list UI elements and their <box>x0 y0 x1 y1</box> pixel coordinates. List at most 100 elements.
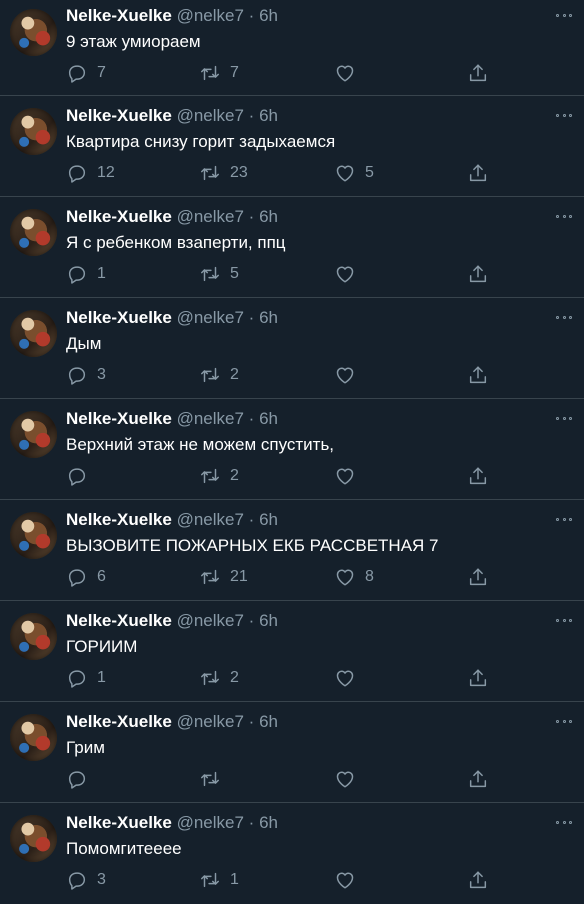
tweet-text: Грим <box>66 738 105 757</box>
share-button[interactable] <box>467 566 489 588</box>
tweet[interactable]: Nelke-Xuelke @nelke7 · 6h Верхний этаж н… <box>0 399 584 500</box>
avatar[interactable] <box>10 310 57 357</box>
timestamp[interactable]: 6h <box>259 409 278 428</box>
retweet-button[interactable]: 7 <box>199 62 239 84</box>
share-button[interactable] <box>467 869 489 891</box>
display-name[interactable]: Nelke-Xuelke <box>66 207 172 226</box>
reply-button[interactable] <box>66 768 97 790</box>
display-name[interactable]: Nelke-Xuelke <box>66 106 172 125</box>
reply-button[interactable]: 1 <box>66 667 106 689</box>
share-button[interactable] <box>467 465 489 487</box>
display-name[interactable]: Nelke-Xuelke <box>66 409 172 428</box>
retweet-button[interactable]: 2 <box>199 465 239 487</box>
timestamp[interactable]: 6h <box>259 6 278 25</box>
avatar[interactable] <box>10 9 57 56</box>
reply-button[interactable]: 1 <box>66 263 106 285</box>
avatar[interactable] <box>10 714 57 761</box>
tweet[interactable]: Nelke-Xuelke @nelke7 · 6h 9 этаж умиорае… <box>0 0 584 96</box>
more-options-icon[interactable] <box>556 516 572 522</box>
username[interactable]: @nelke7 <box>177 611 244 630</box>
timestamp[interactable]: 6h <box>259 207 278 226</box>
tweet-text: 9 этаж умиораем <box>66 32 201 51</box>
like-button[interactable] <box>334 667 365 689</box>
timestamp[interactable]: 6h <box>259 712 278 731</box>
like-button[interactable] <box>334 263 365 285</box>
tweet-actions: 6 21 8 <box>66 566 506 588</box>
avatar[interactable] <box>10 512 57 559</box>
like-button[interactable] <box>334 62 365 84</box>
reply-button[interactable]: 7 <box>66 62 106 84</box>
more-options-icon[interactable] <box>556 213 572 219</box>
like-icon <box>336 266 354 283</box>
tweet-header: Nelke-Xuelke @nelke7 · 6h <box>66 207 278 227</box>
tweet[interactable]: Nelke-Xuelke @nelke7 · 6h Квартира снизу… <box>0 96 584 197</box>
retweet-button[interactable]: 21 <box>199 566 248 588</box>
like-button[interactable] <box>334 364 365 386</box>
more-options-icon[interactable] <box>556 314 572 320</box>
avatar[interactable] <box>10 411 57 458</box>
like-button[interactable]: 5 <box>334 162 374 184</box>
like-button[interactable] <box>334 465 365 487</box>
timestamp[interactable]: 6h <box>259 813 278 832</box>
tweet-actions: 3 2 <box>66 364 506 386</box>
reply-button[interactable] <box>66 465 97 487</box>
timestamp[interactable]: 6h <box>259 510 278 529</box>
username[interactable]: @nelke7 <box>177 207 244 226</box>
timestamp[interactable]: 6h <box>259 106 278 125</box>
reply-button[interactable]: 12 <box>66 162 115 184</box>
more-options-icon[interactable] <box>556 415 572 421</box>
username[interactable]: @nelke7 <box>177 6 244 25</box>
retweet-button[interactable]: 2 <box>199 667 239 689</box>
more-options-icon[interactable] <box>556 12 572 18</box>
avatar[interactable] <box>10 613 57 660</box>
username[interactable]: @nelke7 <box>177 308 244 327</box>
display-name[interactable]: Nelke-Xuelke <box>66 510 172 529</box>
retweet-button[interactable] <box>199 768 230 790</box>
share-button[interactable] <box>467 768 489 790</box>
timestamp[interactable]: 6h <box>259 611 278 630</box>
tweet[interactable]: Nelke-Xuelke @nelke7 · 6h Помомгитееее 3 <box>0 803 584 904</box>
username[interactable]: @nelke7 <box>177 510 244 529</box>
share-button[interactable] <box>467 263 489 285</box>
retweet-button[interactable]: 2 <box>199 364 239 386</box>
like-button[interactable] <box>334 768 365 790</box>
tweet[interactable]: Nelke-Xuelke @nelke7 · 6h ВЫЗОВИТЕ ПОЖАР… <box>0 500 584 601</box>
share-button[interactable] <box>467 62 489 84</box>
reply-icon <box>68 468 86 486</box>
display-name[interactable]: Nelke-Xuelke <box>66 712 172 731</box>
like-button[interactable] <box>334 869 365 891</box>
display-name[interactable]: Nelke-Xuelke <box>66 6 172 25</box>
tweet[interactable]: Nelke-Xuelke @nelke7 · 6h ГОРИИМ 1 2 <box>0 601 584 702</box>
tweet[interactable]: Nelke-Xuelke @nelke7 · 6h Грим <box>0 702 584 803</box>
share-button[interactable] <box>467 364 489 386</box>
retweet-button[interactable]: 5 <box>199 263 239 285</box>
display-name[interactable]: Nelke-Xuelke <box>66 611 172 630</box>
like-button[interactable]: 8 <box>334 566 374 588</box>
share-button[interactable] <box>467 162 489 184</box>
tweet[interactable]: Nelke-Xuelke @nelke7 · 6h Я с ребенком в… <box>0 197 584 298</box>
more-options-icon[interactable] <box>556 718 572 724</box>
retweet-count: 5 <box>230 265 239 282</box>
display-name[interactable]: Nelke-Xuelke <box>66 308 172 327</box>
username[interactable]: @nelke7 <box>177 409 244 428</box>
tweet[interactable]: Nelke-Xuelke @nelke7 · 6h Дым 3 2 <box>0 298 584 399</box>
reply-button[interactable]: 3 <box>66 869 106 891</box>
display-name[interactable]: Nelke-Xuelke <box>66 813 172 832</box>
share-button[interactable] <box>467 667 489 689</box>
more-options-icon[interactable] <box>556 112 572 118</box>
username[interactable]: @nelke7 <box>177 813 244 832</box>
timestamp[interactable]: 6h <box>259 308 278 327</box>
avatar[interactable] <box>10 815 57 862</box>
retweet-button[interactable]: 1 <box>199 869 239 891</box>
avatar[interactable] <box>10 209 57 256</box>
username[interactable]: @nelke7 <box>177 106 244 125</box>
reply-count: 1 <box>97 669 106 686</box>
reply-button[interactable]: 3 <box>66 364 106 386</box>
more-options-icon[interactable] <box>556 819 572 825</box>
retweet-button[interactable]: 23 <box>199 162 248 184</box>
username[interactable]: @nelke7 <box>177 712 244 731</box>
more-options-icon[interactable] <box>556 617 572 623</box>
reply-button[interactable]: 6 <box>66 566 106 588</box>
retweet-count: 2 <box>230 366 239 383</box>
avatar[interactable] <box>10 108 57 155</box>
